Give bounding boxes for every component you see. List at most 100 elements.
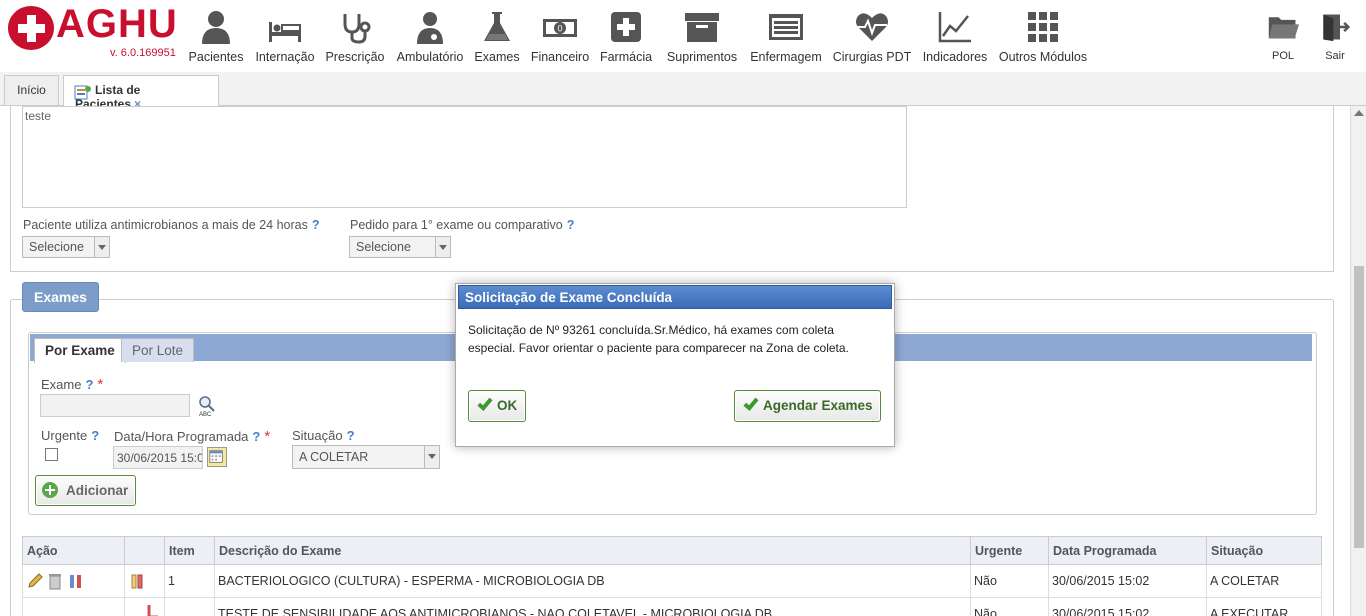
ok-button[interactable]: OK — [468, 390, 526, 422]
module-label: Indicadores — [922, 50, 988, 64]
help-icon[interactable]: ? — [312, 218, 320, 232]
module-label: Prescrição — [325, 50, 385, 64]
situation-select[interactable]: A COLETAR — [292, 445, 440, 469]
tab-lista-de-pacientes[interactable]: Lista de Pacientes × — [63, 75, 219, 111]
chevron-down-icon — [435, 237, 450, 257]
module-enfermagem[interactable]: Enfermagem — [748, 10, 824, 64]
module-label: Pacientes — [188, 50, 244, 64]
lab-tubes-icon[interactable] — [67, 572, 85, 590]
table-row: 1 BACTERIOLOGICO (CULTURA) - ESPERMA - M… — [22, 564, 1322, 598]
col-blank — [124, 536, 165, 565]
module-label: Sair — [1325, 50, 1345, 62]
row-actions — [22, 564, 125, 598]
module-label: POL — [1271, 50, 1294, 62]
heartbeat-icon — [856, 13, 888, 41]
exams-legend: Exames — [22, 282, 99, 312]
stethoscope-icon — [343, 14, 371, 44]
module-label: Internação — [255, 50, 315, 64]
module-internacao[interactable]: Internação — [254, 10, 316, 64]
row-descricao: TESTE DE SENSIBILIDADE AOS ANTIMICROBIAN… — [214, 597, 971, 616]
module-exames[interactable]: Exames — [472, 10, 522, 64]
row-item: 1 — [164, 564, 215, 598]
col-urgente: Urgente — [970, 536, 1049, 565]
aghu-logo[interactable]: AGHU v. 6.0.169951 — [6, 2, 186, 64]
money-icon: 0 — [543, 19, 577, 37]
folder-icon — [1268, 17, 1299, 39]
scheduled-date-input[interactable]: 30/06/2015 15:02 — [113, 446, 203, 469]
flask-icon — [484, 12, 510, 41]
module-ambulatorio[interactable]: Ambulatório — [394, 10, 466, 64]
urgent-checkbox[interactable] — [45, 448, 58, 461]
help-icon[interactable]: ? — [567, 218, 575, 232]
check-icon — [475, 395, 493, 414]
scrollbar-thumb[interactable] — [1354, 266, 1364, 548]
required-marker: * — [264, 428, 271, 445]
scheduled-date-label: Data/Hora Programada? * — [114, 428, 271, 445]
subtab-por-exame[interactable]: Por Exame — [34, 338, 126, 363]
row-data: 30/06/2015 15:02 — [1048, 597, 1207, 616]
table-header-row: Ação Item Descrição do Exame Urgente Dat… — [22, 536, 1322, 565]
hospital-cross-icon — [8, 6, 54, 50]
scroll-up-icon[interactable] — [1354, 110, 1364, 116]
module-label: Financeiro — [530, 50, 590, 64]
module-farmacia[interactable]: Farmácia — [598, 10, 654, 64]
vertical-scrollbar[interactable] — [1350, 106, 1366, 616]
exam-request-completed-dialog: Solicitação de Exame Concluída Solicitaç… — [455, 283, 895, 447]
help-icon[interactable]: ? — [252, 429, 260, 444]
module-outros-modulos[interactable]: Outros Módulos — [998, 10, 1088, 64]
table-row: TESTE DE SENSIBILIDADE AOS ANTIMICROBIAN… — [22, 597, 1322, 616]
sample-tubes-icon — [131, 574, 143, 589]
first-exam-label: Pedido para 1° exame ou comparativo? — [350, 218, 575, 232]
row-situacao: A EXECUTAR — [1206, 597, 1322, 616]
list-icon — [769, 14, 803, 40]
row-actions — [22, 597, 125, 616]
module-pacientes[interactable]: Pacientes — [186, 10, 246, 64]
row-item — [164, 597, 215, 616]
help-icon[interactable]: ? — [85, 377, 93, 392]
help-icon[interactable]: ? — [347, 428, 355, 443]
module-financeiro[interactable]: 0 Financeiro — [528, 10, 592, 64]
observation-textarea[interactable]: teste — [22, 106, 907, 208]
required-marker: * — [97, 376, 104, 393]
add-exam-button[interactable]: Adicionar — [35, 475, 136, 506]
module-label: Ambulatório — [396, 50, 464, 64]
schedule-exams-button[interactable]: Agendar Exames — [734, 390, 881, 422]
module-indicadores[interactable]: Indicadores — [920, 10, 990, 64]
delete-trash-icon[interactable] — [47, 572, 63, 590]
person-icon — [202, 11, 230, 44]
module-label: Suprimentos — [666, 50, 738, 64]
exit-door-icon — [1323, 14, 1350, 42]
exams-table: Ação Item Descrição do Exame Urgente Dat… — [22, 536, 1322, 616]
row-urgente: Não — [970, 597, 1049, 616]
module-suprimentos[interactable]: Suprimentos — [662, 10, 742, 64]
line-chart-icon — [938, 12, 971, 43]
dialog-message: Solicitação de Nº 93261 concluída.Sr.Méd… — [468, 323, 849, 355]
search-exam-icon[interactable]: ABC — [197, 395, 217, 417]
antimicrobial-label: Paciente utiliza antimicrobianos a mais … — [23, 218, 320, 232]
first-exam-select[interactable]: Selecione — [349, 236, 451, 258]
edit-pencil-icon[interactable] — [26, 572, 44, 590]
module-cirurgias-pdt[interactable]: Cirurgias PDT — [832, 10, 912, 64]
module-prescricao[interactable]: Prescrição — [324, 10, 386, 64]
tab-inicio[interactable]: Início — [4, 75, 59, 105]
svg-text:ABC: ABC — [199, 412, 212, 417]
exam-label: Exame? * — [41, 376, 104, 393]
subtab-por-lote[interactable]: Por Lote — [121, 338, 195, 362]
tab-label: Início — [17, 83, 46, 97]
row-descricao: BACTERIOLOGICO (CULTURA) - ESPERMA - MIC… — [214, 564, 971, 598]
doctor-icon — [417, 12, 443, 44]
col-item: Item — [164, 536, 215, 565]
check-icon — [741, 395, 759, 414]
calendar-icon[interactable] — [207, 447, 227, 467]
svg-text:0: 0 — [557, 24, 562, 34]
row-sample-cell — [124, 597, 165, 616]
antimicrobial-select[interactable]: Selecione — [22, 236, 110, 258]
help-icon[interactable]: ? — [91, 428, 99, 443]
exam-input[interactable] — [40, 394, 190, 417]
col-descricao: Descrição do Exame — [214, 536, 971, 565]
module-sair[interactable]: Sair — [1318, 10, 1352, 62]
module-label: Farmácia — [599, 50, 653, 64]
col-data-programada: Data Programada — [1048, 536, 1207, 565]
module-pol[interactable]: POL — [1264, 10, 1302, 62]
module-label: Cirurgias PDT — [832, 50, 912, 64]
